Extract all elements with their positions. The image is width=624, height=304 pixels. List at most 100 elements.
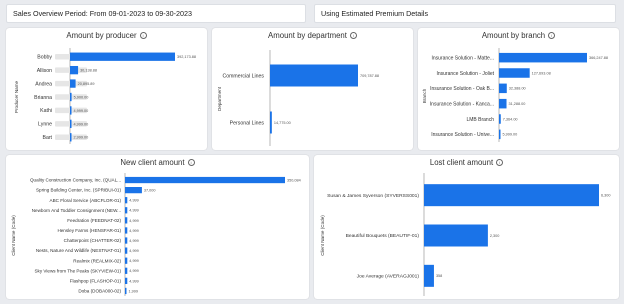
premium-bar: Using Estimated Premium Details	[314, 4, 616, 23]
value-label: 6,300	[601, 194, 611, 198]
value-label: 2,300	[490, 234, 500, 238]
y-axis-title: Client Name (Code)	[11, 215, 16, 256]
value-label: 1,999	[129, 289, 139, 293]
category-label: Lynne	[38, 122, 52, 128]
period-label: Sales Overview Period: From 09-01-2023 t…	[13, 9, 192, 18]
bar[interactable]	[424, 184, 599, 207]
value-label: 358	[436, 274, 442, 278]
category-label: Commercial Lines	[222, 73, 264, 79]
category-label: Personal Lines	[230, 120, 265, 126]
value-label: 366,247.88	[589, 56, 608, 60]
value-label: 5,900.00	[74, 95, 89, 99]
category-label: Quality Construction Company, Inc. (QUAL…	[30, 178, 121, 183]
bar[interactable]	[499, 83, 507, 94]
bar[interactable]	[125, 247, 128, 254]
category-label: Nests, Nature And Wildlife (NESTNAT-01)	[36, 248, 122, 253]
bar[interactable]	[499, 68, 530, 78]
bar[interactable]	[125, 186, 142, 194]
category-label: Insurance Solution - Oak B...	[430, 86, 494, 92]
bar[interactable]	[125, 287, 127, 295]
category-label: Susan & James Syverson (SYVERSS001)	[327, 193, 419, 199]
category-label: Feedration (FEEDNAT-02)	[67, 218, 121, 223]
value-label: 31,288.00	[509, 102, 526, 106]
lost-client-chart: Client Name (Code) Susan & James Syverson…	[320, 173, 611, 296]
category-label: Beautiful Bouquets (BEAUTIF-01)	[346, 233, 420, 239]
value-label: 4,999	[129, 279, 139, 283]
value-label: 2,999.00	[74, 136, 89, 140]
bar[interactable]	[125, 257, 128, 264]
new-client-amount-card: New client amount i Client Name (Code) Qua…	[6, 155, 309, 299]
bar[interactable]	[499, 98, 507, 109]
period-bar: Sales Overview Period: From 09-01-2023 t…	[6, 4, 306, 23]
bar[interactable]	[70, 106, 72, 115]
bar[interactable]	[125, 237, 128, 244]
category-label: Kathi	[40, 108, 52, 114]
value-label: 350,084	[287, 178, 301, 182]
bar[interactable]	[125, 176, 285, 184]
bar[interactable]	[499, 114, 501, 124]
category-label: ABC Floral Service (ABCFLOR-01)	[50, 198, 122, 203]
amount-by-producer-card: Amount by producer i Producer Name Bobby 39…	[6, 28, 207, 150]
category-label: Spring Building Center, Inc. (SPRIBUI-01…	[36, 188, 121, 193]
value-label: 4,999	[129, 239, 139, 243]
category-label: Newborn And Toddler Consignment (NEW...	[32, 208, 121, 213]
value-label: 4,999	[129, 199, 139, 203]
value-label: 4,999	[129, 229, 139, 233]
bar[interactable]	[125, 267, 128, 274]
value-label: 20,895.89	[78, 82, 95, 86]
value-label: 30,138.88	[80, 69, 97, 73]
premium-label: Using Estimated Premium Details	[321, 9, 429, 18]
amount-by-department-card: Amount by department i Department Commerci…	[212, 28, 413, 150]
value-label: 4,999.00	[74, 122, 89, 126]
bar[interactable]	[270, 64, 358, 87]
category-label: Bobby	[37, 55, 52, 61]
y-axis-title: Client Name (Code)	[320, 215, 325, 256]
bar[interactable]	[70, 79, 76, 88]
bar[interactable]	[270, 111, 272, 134]
category-label: Insurance Solution - Kanca...	[430, 101, 494, 107]
value-label: 4,999.00	[74, 109, 89, 113]
bar[interactable]	[70, 52, 175, 61]
lost-client-amount-card: Lost client amount i Client Name (Code) Su…	[314, 155, 619, 299]
new-client-chart: Client Name (Code) Quality Construction C…	[11, 173, 301, 296]
category-label: Hensley Farms (HENSFAR-01)	[57, 228, 121, 233]
category-label: Bart	[42, 135, 52, 141]
bar[interactable]	[499, 129, 501, 140]
value-label: 7,364.00	[503, 117, 518, 121]
category-label: Chatterpoint (CHATTER-02)	[64, 238, 122, 243]
category-label: Andrea	[35, 81, 52, 87]
category-label: Sky Views from The Peaks (SKYVIEW-01)	[34, 268, 121, 273]
bar[interactable]	[125, 277, 128, 285]
category-label: Realmix (REALMIX-02)	[73, 258, 121, 263]
value-label: 14,775.00	[274, 121, 291, 125]
value-label: 127,693.08	[532, 71, 551, 75]
bar[interactable]	[499, 52, 587, 63]
bar[interactable]	[424, 224, 488, 247]
y-axis-title: Producer Name	[14, 80, 19, 113]
amount-by-branch-card: Amount by branch i Branch Insurance Soluti…	[418, 28, 619, 150]
bar[interactable]	[125, 227, 128, 234]
bar[interactable]	[125, 197, 128, 204]
producer-chart: Producer Name Bobby 392,173.88 Allison 30,13…	[14, 48, 196, 144]
category-label: Doba (DOBA000-02)	[78, 289, 121, 294]
value-label: 4,999	[129, 209, 139, 213]
bar[interactable]	[125, 207, 128, 214]
bar[interactable]	[70, 133, 72, 142]
bar[interactable]	[70, 119, 72, 129]
category-label: Brianna	[34, 95, 52, 101]
category-label: Joe Average (AVERAGJ001)	[357, 274, 420, 280]
value-label: 709,787.88	[360, 74, 379, 78]
category-label: Allison	[37, 68, 52, 74]
category-label: Flashpop (FLASHOP-01)	[70, 278, 122, 283]
department-chart: Department Commercial Lines 709,787.88 Pers…	[217, 50, 379, 146]
y-axis-title: Department	[217, 86, 222, 111]
bar[interactable]	[70, 65, 79, 75]
value-label: 5,999.00	[503, 133, 518, 137]
bar[interactable]	[424, 264, 434, 287]
value-label: 4,999	[129, 219, 139, 223]
value-label: 4,999	[129, 269, 139, 273]
bar[interactable]	[70, 92, 72, 102]
bar[interactable]	[125, 217, 128, 224]
y-axis-title: Branch	[422, 88, 427, 103]
value-label: 392,173.88	[177, 55, 196, 59]
